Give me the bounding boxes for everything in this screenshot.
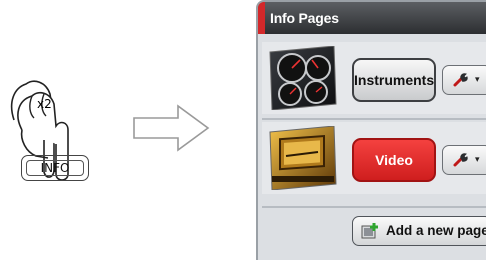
instruments-tools-button[interactable]: ▾ [442, 65, 486, 95]
header-accent [258, 2, 265, 34]
info-key: INFO [21, 155, 89, 181]
row-divider [262, 206, 486, 208]
press-count-label: x2 [37, 97, 52, 111]
row-divider [262, 118, 486, 120]
add-page-icon [361, 223, 378, 239]
add-new-page-label: Add a new page [386, 223, 486, 238]
panel-title: Info Pages [270, 10, 339, 26]
info-pages-panel: Info Pages Instruments ▾ Video ▾ Add a n… [256, 0, 486, 260]
chevron-down-icon: ▾ [475, 75, 480, 85]
stage: x2 INFO Info Pages Instruments ▾ Video ▾… [0, 0, 486, 260]
right-arrow-icon [132, 104, 210, 152]
chevron-down-icon: ▾ [475, 155, 480, 165]
instruments-page-button[interactable]: Instruments [352, 58, 436, 102]
info-key-label: INFO [26, 160, 84, 176]
wrench-icon [453, 73, 468, 87]
video-film-icon [268, 125, 338, 191]
wrench-icon [453, 153, 468, 167]
video-page-button[interactable]: Video [352, 138, 436, 182]
gauges-icon [268, 45, 338, 111]
panel-header: Info Pages [258, 2, 486, 34]
add-new-page-button[interactable]: Add a new page [352, 216, 486, 246]
video-tools-button[interactable]: ▾ [442, 145, 486, 175]
